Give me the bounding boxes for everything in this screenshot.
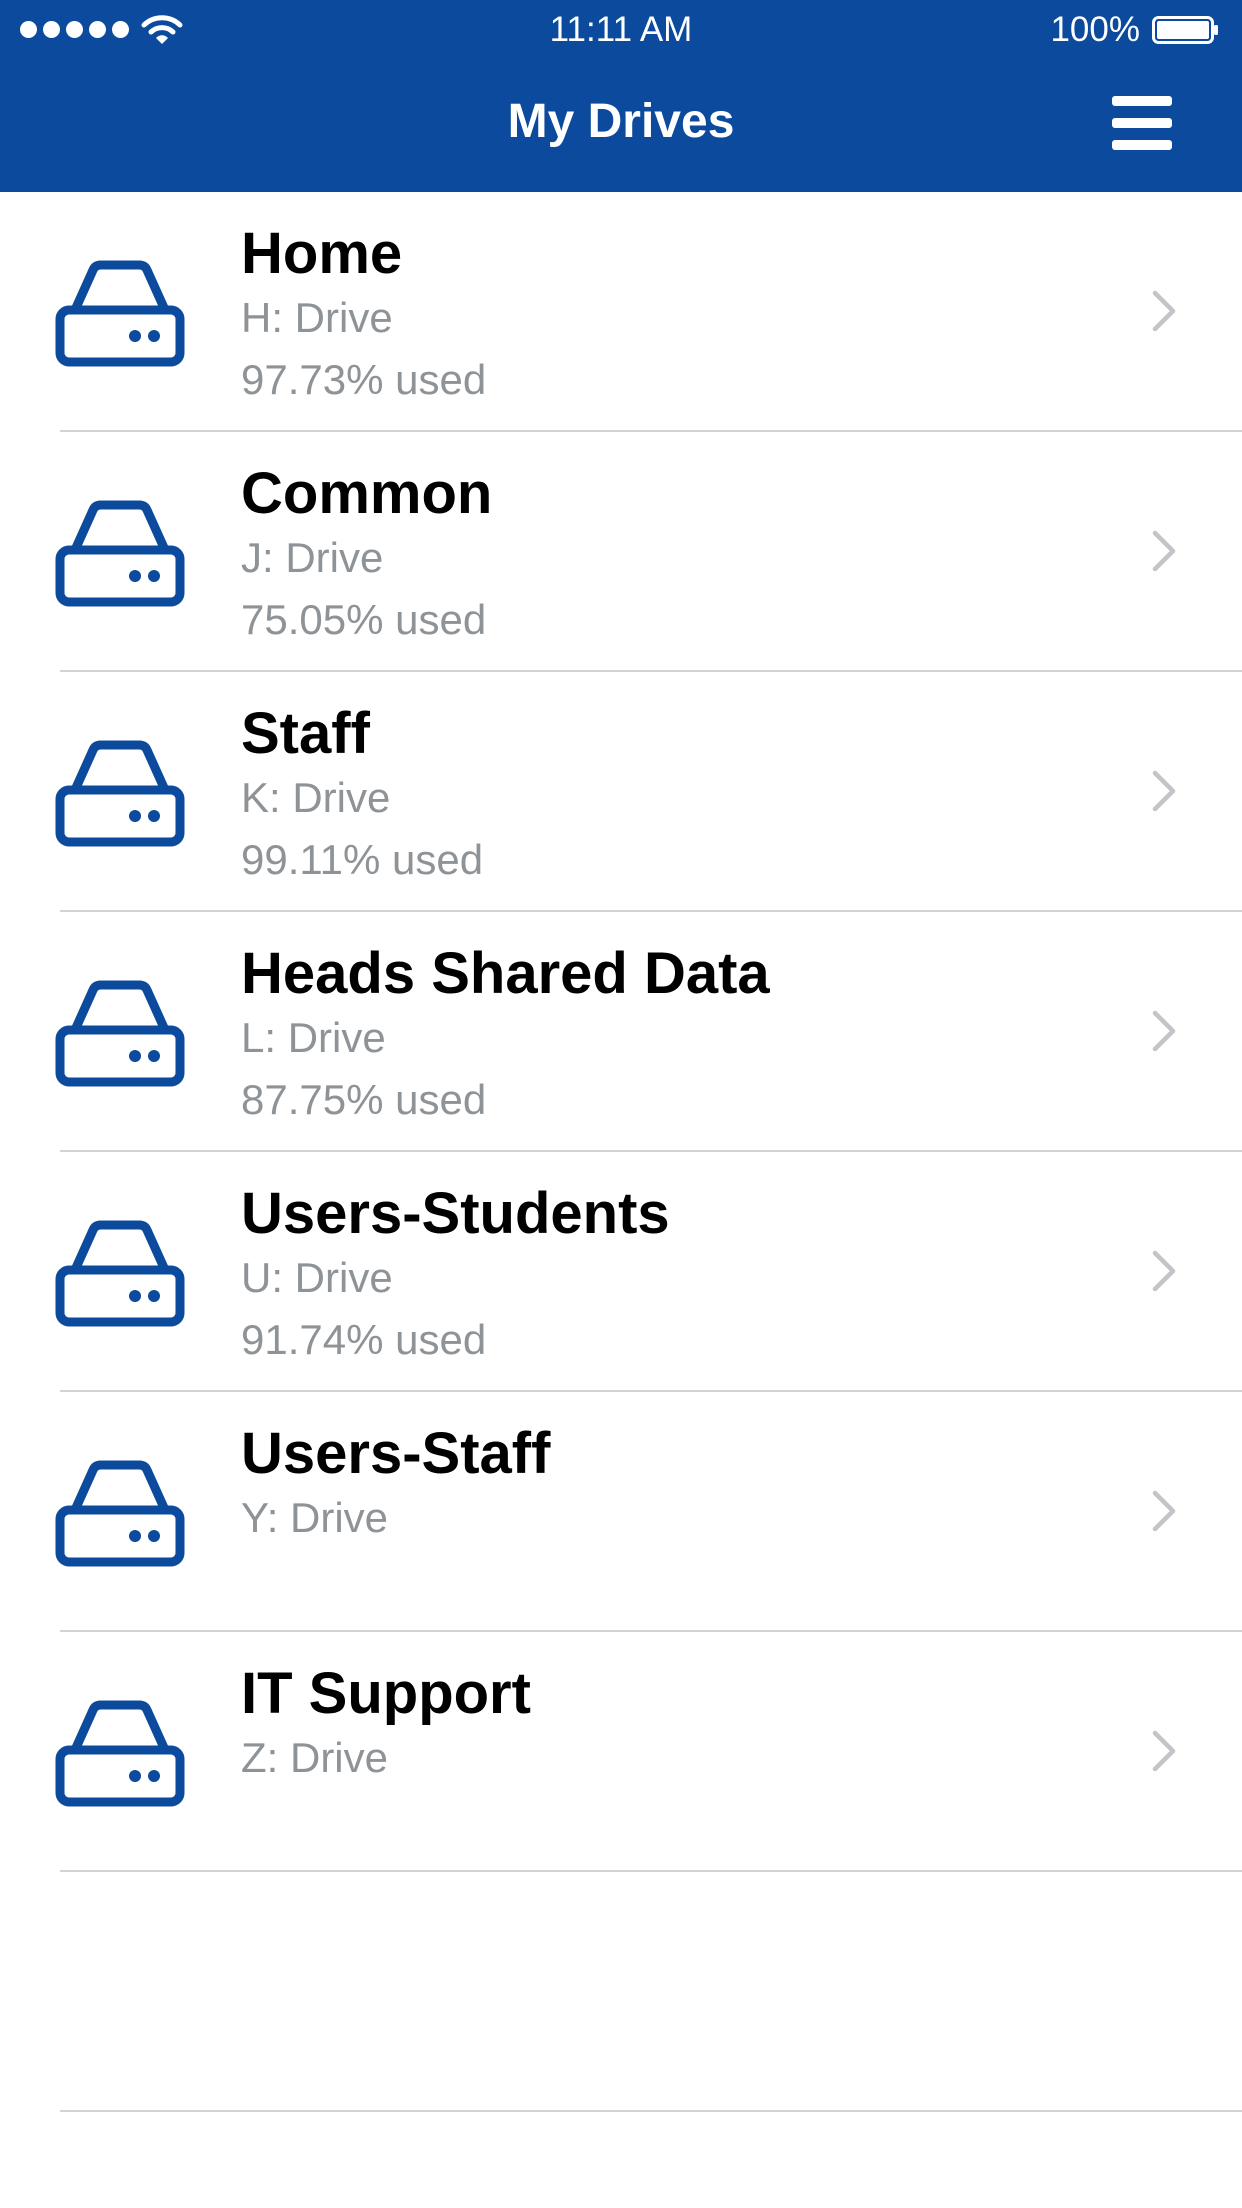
chevron-right-icon	[1152, 1250, 1176, 1292]
drive-name: Home	[241, 221, 403, 286]
drive-row-common[interactable]: Common J: Drive 75.05% used	[0, 432, 1242, 672]
battery-icon	[1152, 16, 1218, 44]
drive-list: Home H: Drive 97.73% used Common J: Driv…	[0, 192, 1242, 2112]
hamburger-menu-icon	[1112, 96, 1172, 106]
drive-usage: 91.74% used	[241, 1316, 487, 1363]
chevron-right-icon	[1152, 530, 1176, 572]
hard-drive-icon	[55, 1220, 185, 1327]
drive-usage: 99.11% used	[241, 836, 484, 883]
status-bar: 11:11 AM 100%	[0, 0, 1242, 60]
hard-drive-icon	[55, 740, 185, 847]
chevron-right-icon	[1152, 290, 1176, 332]
chevron-right-icon	[1152, 1010, 1176, 1052]
chevron-right-icon	[1152, 1730, 1176, 1772]
chevron-right-icon	[1152, 1490, 1176, 1532]
drive-row-users-staff[interactable]: Users-Staff Y: Drive	[0, 1392, 1242, 1632]
menu-button[interactable]	[1112, 96, 1172, 150]
hard-drive-icon	[55, 260, 185, 367]
drive-name: Users-Students	[241, 1181, 670, 1246]
hard-drive-icon	[55, 1700, 185, 1807]
empty-list-row	[0, 1872, 1242, 2112]
drive-row-heads-shared-data[interactable]: Heads Shared Data L: Drive 87.75% used	[0, 912, 1242, 1152]
drive-letter: L: Drive	[241, 1014, 386, 1061]
drive-usage: 87.75% used	[241, 1076, 487, 1123]
hard-drive-icon	[55, 1460, 185, 1567]
drive-letter: Y: Drive	[241, 1494, 389, 1541]
drive-row-users-students[interactable]: Users-Students U: Drive 91.74% used	[0, 1152, 1242, 1392]
drive-name: Staff	[241, 701, 370, 766]
drive-row-staff[interactable]: Staff K: Drive 99.11% used	[0, 672, 1242, 912]
drive-letter: U: Drive	[241, 1254, 393, 1301]
hard-drive-icon	[55, 500, 185, 607]
drive-usage: 97.73% used	[241, 356, 487, 403]
chevron-right-icon	[1152, 770, 1176, 812]
drive-letter: Z: Drive	[241, 1734, 388, 1781]
drive-row-home[interactable]: Home H: Drive 97.73% used	[0, 192, 1242, 432]
page-title: My Drives	[507, 95, 735, 148]
drive-usage: 75.05% used	[241, 596, 487, 643]
drive-name: Users-Staff	[241, 1421, 551, 1486]
drive-row-it-support[interactable]: IT Support Z: Drive	[0, 1632, 1242, 1872]
navigation-bar: My Drives	[0, 60, 1242, 192]
drive-letter: J: Drive	[241, 534, 384, 581]
drive-letter: H: Drive	[241, 294, 393, 341]
drive-name: IT Support	[241, 1661, 531, 1726]
hard-drive-icon	[55, 980, 185, 1087]
battery-percentage: 100%	[1050, 10, 1140, 49]
drive-letter: K: Drive	[241, 774, 391, 821]
drive-name: Heads Shared Data	[241, 941, 770, 1006]
drive-name: Common	[241, 461, 493, 526]
